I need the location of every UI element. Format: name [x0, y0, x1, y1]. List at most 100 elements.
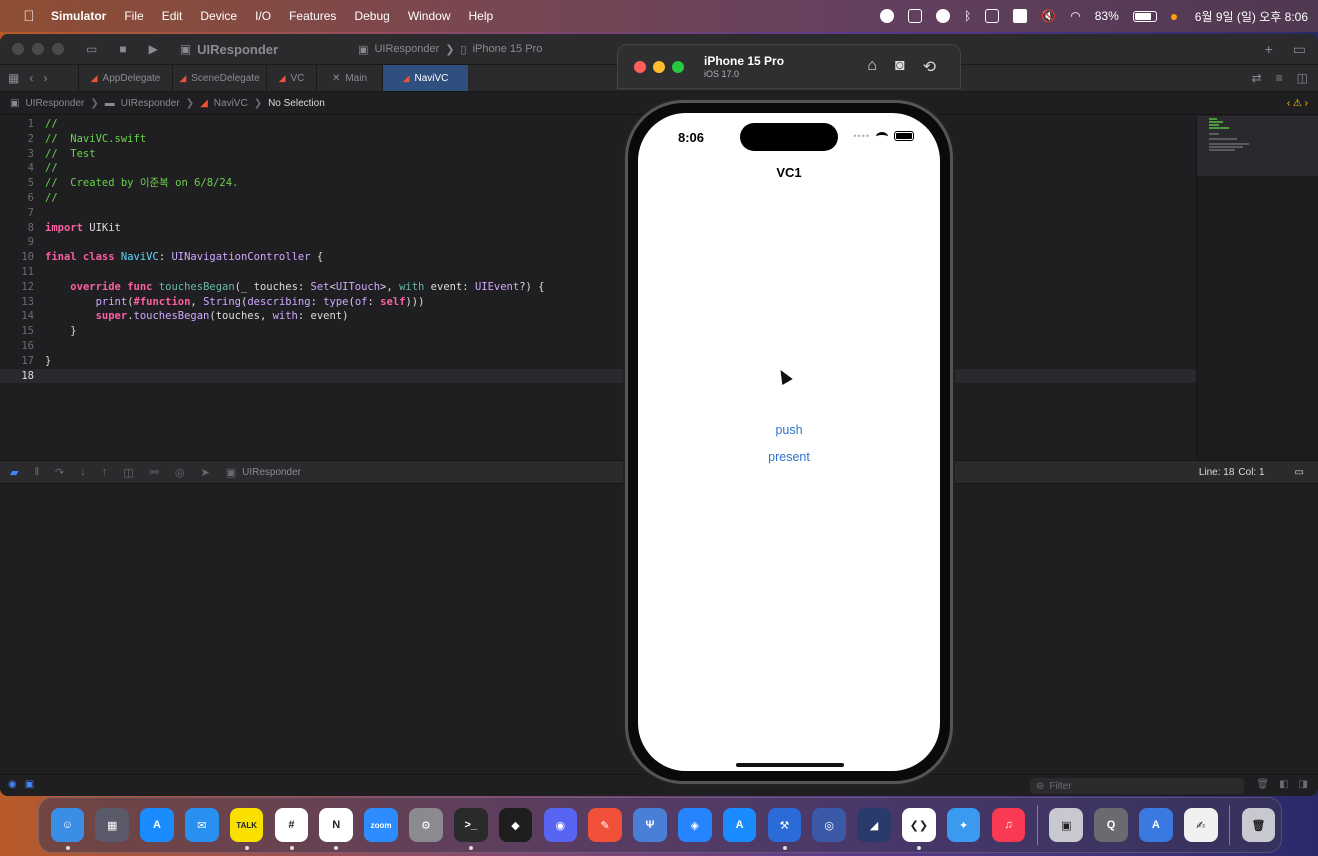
line-number[interactable]: 11: [0, 265, 34, 280]
code-line[interactable]: 5 // Created by 이준복 on 6/8/24.: [0, 176, 1196, 191]
dock-app-store-icon[interactable]: A: [140, 808, 174, 842]
variables-icon[interactable]: ▣: [25, 779, 34, 790]
line-number[interactable]: 4: [0, 161, 34, 176]
code-text[interactable]: //: [45, 161, 58, 176]
line-number[interactable]: 10: [0, 250, 34, 265]
code-line[interactable]: 11: [0, 265, 1196, 280]
battery-icon[interactable]: [1132, 10, 1157, 22]
line-number[interactable]: 6: [0, 191, 34, 206]
inspector-toggle-icon[interactable]: ▭: [1293, 41, 1306, 58]
menu-simulator[interactable]: Simulator: [51, 9, 106, 23]
menu-file[interactable]: File: [124, 9, 143, 23]
minimize-button[interactable]: [653, 60, 665, 73]
leaf-icon[interactable]: [936, 9, 951, 23]
forward-icon[interactable]: ›: [43, 71, 47, 85]
close-button[interactable]: [12, 43, 24, 55]
dock-quicktime-icon[interactable]: Q: [1094, 808, 1128, 842]
editor-options-icon[interactable]: ≡: [1276, 71, 1283, 85]
code-line[interactable]: 9: [0, 235, 1196, 250]
back-icon[interactable]: ‹: [29, 71, 33, 85]
dock-music-icon[interactable]: ♫: [991, 808, 1026, 842]
dock-trash-icon[interactable]: 🗑: [1241, 808, 1276, 842]
pause-icon[interactable]: ‖: [34, 466, 39, 478]
related-items-icon[interactable]: ⇄: [1252, 71, 1262, 85]
code-line[interactable]: 2 // NaviVC.swift: [0, 132, 1196, 147]
eye-icon[interactable]: ◉: [8, 779, 17, 790]
device-label[interactable]: iPhone 15 Pro: [473, 43, 543, 55]
dock-swift-playgrounds-icon[interactable]: ✎: [588, 808, 622, 842]
code-text[interactable]: // Created by 이준복 on 6/8/24.: [45, 176, 238, 191]
line-number[interactable]: 9: [0, 235, 34, 250]
tab-navivc[interactable]: ◢ NaviVC: [382, 65, 468, 91]
memory-graph-icon[interactable]: ⚯: [150, 466, 159, 479]
line-number[interactable]: 13: [0, 295, 34, 310]
line-number[interactable]: 12: [0, 280, 34, 295]
wifi-icon[interactable]: ◠: [1070, 9, 1080, 23]
screenshot-icon[interactable]: ◙: [895, 57, 905, 77]
rotate-icon[interactable]: ⟲: [923, 57, 936, 77]
code-line[interactable]: 13 print(#function, String(describing: t…: [0, 295, 1196, 310]
code-line[interactable]: 6 //: [0, 191, 1196, 206]
dock-launchpad-icon[interactable]: ▦: [95, 808, 130, 842]
filter-field[interactable]: ⊜ Filter: [1030, 778, 1244, 794]
code-line[interactable]: 16: [0, 339, 1196, 354]
location-icon[interactable]: ➤: [200, 466, 209, 479]
breakpoints-icon[interactable]: ▰: [10, 466, 18, 479]
jumpbar-item[interactable]: No Selection: [268, 98, 325, 109]
jumpbar-item[interactable]: UIResponder: [25, 98, 84, 109]
code-text[interactable]: override func touchesBegan(_ touches: Se…: [45, 280, 544, 295]
dock-figma-icon[interactable]: ◆: [498, 808, 533, 842]
dock-finder-icon[interactable]: ☺: [50, 808, 85, 850]
line-number[interactable]: 15: [0, 324, 34, 339]
code-text[interactable]: }: [45, 354, 51, 369]
jumpbar-item[interactable]: NaviVC: [214, 98, 248, 109]
menu-edit[interactable]: Edit: [162, 9, 183, 23]
dock-fork-icon[interactable]: Ψ: [633, 808, 667, 842]
dock-teal-app-icon[interactable]: ◢: [857, 808, 891, 842]
close-button[interactable]: [634, 60, 646, 73]
code-text[interactable]: print(#function, String(describing: type…: [45, 295, 425, 310]
code-line[interactable]: 10 final class NaviVC: UINavigationContro…: [0, 250, 1196, 265]
trash-icon[interactable]: 🗑: [1256, 779, 1269, 790]
phone-screen[interactable]: 8:06 •••• VC1 push present: [638, 113, 940, 771]
dock-mail-icon[interactable]: ✉: [185, 808, 219, 842]
hide-debug-icon[interactable]: ▭: [1295, 467, 1304, 478]
dock-discord-icon[interactable]: ◉: [543, 808, 578, 842]
dock-slack-icon[interactable]: #: [274, 808, 309, 850]
code-text[interactable]: }: [45, 324, 76, 339]
zoom-button[interactable]: [672, 60, 684, 73]
line-number[interactable]: 18: [0, 369, 34, 384]
code-text[interactable]: final class NaviVC: UINavigationControll…: [45, 250, 323, 265]
dock-terminal-icon[interactable]: >_: [453, 808, 488, 850]
code-text[interactable]: //: [45, 117, 58, 132]
dock-textedit-icon[interactable]: ✍: [1183, 808, 1218, 842]
split-right-icon[interactable]: ◨: [1299, 779, 1308, 790]
dock-preview-icon[interactable]: ▣: [1049, 808, 1084, 842]
menu-device[interactable]: Device: [200, 9, 237, 23]
line-number[interactable]: 1: [0, 117, 34, 132]
push-button[interactable]: push: [638, 423, 940, 437]
code-text[interactable]: super.touchesBegan(touches, with: event): [45, 309, 349, 324]
step-over-icon[interactable]: ↷: [55, 466, 64, 479]
tab-scenedelegate[interactable]: ◢ SceneDelegate: [172, 65, 266, 91]
line-number[interactable]: 2: [0, 132, 34, 147]
control-center-icon[interactable]: [1170, 9, 1181, 23]
code-text[interactable]: // NaviVC.swift: [45, 132, 146, 147]
code-line[interactable]: 15 }: [0, 324, 1196, 339]
split-editor-icon[interactable]: ◫: [1297, 71, 1308, 85]
code-line[interactable]: 4 //: [0, 161, 1196, 176]
dock-vscode-icon[interactable]: ❮❯: [902, 808, 936, 850]
tab-appdelegate[interactable]: ◢ AppDelegate: [78, 65, 172, 91]
line-number[interactable]: 14: [0, 309, 34, 324]
apple-menu-icon[interactable]: : [16, 8, 42, 25]
line-number[interactable]: 5: [0, 176, 34, 191]
record-icon[interactable]: [880, 9, 895, 23]
split-left-icon[interactable]: ◧: [1279, 779, 1288, 790]
menu-features[interactable]: Features: [289, 9, 336, 23]
dock-system-settings-icon[interactable]: ⚙: [409, 808, 443, 842]
step-out-icon[interactable]: ↑: [102, 466, 108, 478]
warning-icon[interactable]: ‹ ⚠ ›: [1287, 98, 1308, 109]
add-icon[interactable]: +: [1265, 41, 1273, 58]
dock-sourcetree-icon[interactable]: ◈: [677, 808, 712, 842]
menu-help[interactable]: Help: [469, 9, 494, 23]
